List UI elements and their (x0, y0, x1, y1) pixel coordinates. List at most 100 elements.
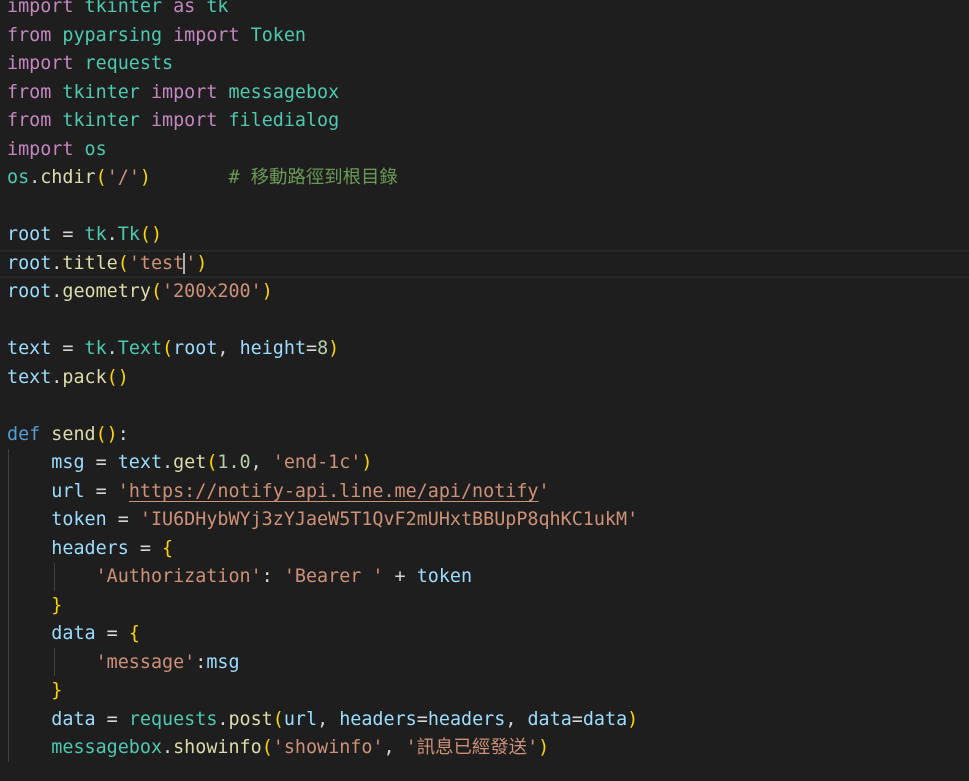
code-token: ( (117, 252, 129, 274)
code-token: headers (339, 708, 417, 730)
code-line[interactable]: token = 'IU6DHybWYj3zYJaeW5T1QvF2mUHxtBB… (0, 506, 969, 535)
code-token: = (84, 480, 118, 502)
code-token: data (51, 623, 96, 644)
code-line[interactable]: data = { (0, 620, 969, 649)
code-line[interactable]: data = requests.post(url, headers=header… (0, 706, 969, 735)
code-line[interactable]: from tkinter import messagebox (0, 79, 969, 108)
code-token: '訊息已經發送' (405, 737, 539, 758)
code-token: ) (196, 252, 208, 274)
code-token: chdir (40, 167, 96, 188)
code-token: , (317, 708, 340, 730)
code-token: ( (261, 737, 273, 758)
code-token: . (162, 737, 174, 758)
code-editor[interactable]: import tkinter as tk from pyparsing impor… (0, 0, 969, 781)
code-token: # 移動路徑到根目錄 (228, 167, 398, 188)
code-token: tk (206, 0, 229, 17)
code-token: = (416, 708, 428, 730)
code-token: filedialog (228, 110, 340, 131)
code-token: : (261, 566, 284, 587)
code-token: : (117, 423, 129, 445)
code-line[interactable]: 'Authorization': 'Bearer ' + token (0, 563, 969, 592)
code-token: height (239, 338, 307, 359)
code-token: root (7, 224, 52, 245)
code-token: get (173, 452, 207, 473)
code-token: tkinter (62, 81, 140, 103)
code-token: headers (427, 708, 506, 730)
code-token: Token (250, 24, 306, 46)
code-line[interactable]: import requests (0, 50, 969, 79)
code-token: = (128, 537, 163, 559)
code-token: . (29, 167, 41, 188)
code-token: { (128, 623, 140, 644)
code-token: pack (62, 366, 107, 388)
code-token: 8 (317, 338, 329, 359)
code-token: token (416, 566, 473, 587)
code-line[interactable] (0, 392, 969, 421)
code-token: root (7, 281, 52, 302)
code-line[interactable]: 'message':msg (0, 649, 969, 678)
code-line[interactable] (0, 307, 969, 336)
code-token: ) (361, 452, 373, 473)
code-line[interactable]: url = 'https://notify-api.line.me/api/no… (0, 478, 969, 507)
code-token: 'message' (95, 651, 196, 673)
code-line[interactable]: headers = { (0, 535, 969, 564)
code-token: = (51, 338, 85, 359)
code-token: title (62, 252, 118, 274)
code-line[interactable]: def send(): (0, 421, 969, 450)
code-token: 'showinfo' (272, 737, 384, 758)
code-token: text (7, 338, 52, 359)
code-line[interactable]: root.title('test') (0, 250, 969, 279)
code-token: '/' (106, 167, 140, 188)
code-line[interactable] (0, 193, 969, 222)
code-line[interactable]: import os (0, 136, 969, 165)
code-line[interactable]: } (0, 592, 969, 621)
code-token: 'IU6DHybWYj3zYJaeW5T1QvF2mUHxtBBUpP8qhKC… (139, 509, 639, 530)
code-token: . (106, 224, 118, 245)
code-line[interactable]: root = tk.Tk() (0, 221, 969, 250)
code-line[interactable]: root.geometry('200x200') (0, 278, 969, 307)
code-line[interactable]: text.pack() (0, 364, 969, 393)
code-line[interactable]: from pyparsing import Token (0, 22, 969, 51)
code-line[interactable]: } (0, 677, 969, 706)
code-token: send (51, 423, 96, 445)
code-line[interactable]: import tkinter as tk (0, 0, 969, 22)
code-token: '200x200' (162, 281, 262, 302)
code-token: = (571, 708, 583, 730)
code-token: tk (84, 338, 107, 359)
code-token: def (7, 423, 41, 445)
code-token: msg (51, 452, 85, 473)
code-lines[interactable]: import tkinter as tk from pyparsing impor… (0, 0, 969, 763)
code-token: 'end-1c' (272, 452, 362, 473)
code-line[interactable]: from tkinter import filedialog (0, 107, 969, 136)
code-token: data (527, 708, 572, 730)
code-token: Text (117, 338, 163, 359)
code-token: = (51, 224, 85, 245)
code-token: + (383, 566, 417, 587)
code-token: , (250, 452, 273, 473)
code-token: Tk (117, 224, 140, 245)
code-token: ) (328, 338, 340, 359)
code-line[interactable]: os.chdir('/') # 移動路徑到根目錄 (0, 164, 969, 193)
code-token: import (150, 110, 218, 131)
code-token: as (173, 0, 196, 17)
code-token: tkinter (84, 0, 163, 17)
text-cursor: ' (183, 252, 197, 274)
code-token: , (217, 338, 240, 359)
code-token: data (582, 708, 628, 730)
code-line[interactable]: text = tk.Text(root, height=8) (0, 335, 969, 364)
code-token: msg (206, 651, 240, 673)
code-token: root (7, 252, 52, 274)
code-line[interactable]: msg = text.get(1.0, 'end-1c') (0, 449, 969, 478)
code-line[interactable]: messagebox.showinfo('showinfo', '訊息已經發送'… (0, 734, 969, 763)
code-token: ) (139, 167, 151, 188)
